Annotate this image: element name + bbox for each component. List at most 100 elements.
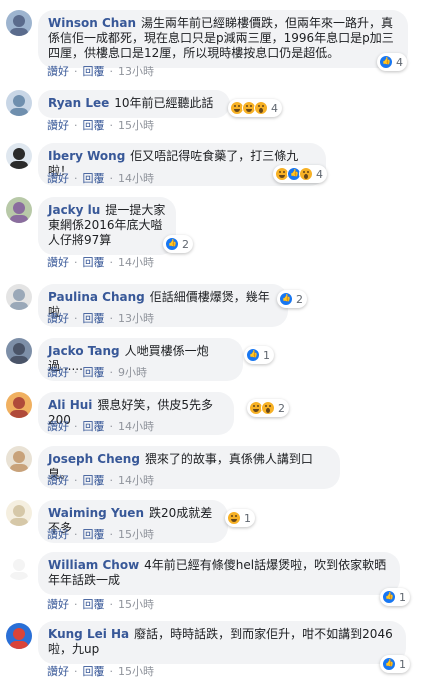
reply-link[interactable]: 回覆 <box>83 472 105 488</box>
comment-actions: 讚好 · 回覆 · 13小時 <box>47 310 154 326</box>
separator-dot: · <box>109 597 114 611</box>
reaction-count: 2 <box>182 237 189 251</box>
comment-author-link[interactable]: Kung Lei Ha <box>48 627 129 641</box>
reply-link[interactable]: 回覆 <box>83 117 105 133</box>
reaction-summary[interactable]: 4 <box>228 99 282 117</box>
comment-author-link[interactable]: Ali Hui <box>48 398 92 412</box>
like-link[interactable]: 讚好 <box>47 63 69 79</box>
like-reaction-icon <box>246 348 260 362</box>
avatar[interactable] <box>6 623 32 649</box>
comment-author-link[interactable]: William Chow <box>48 558 139 572</box>
reaction-summary[interactable]: 2 <box>163 235 193 253</box>
comment-author-link[interactable]: Jacky lu <box>48 203 100 217</box>
comment-author-link[interactable]: Jacko Tang <box>48 344 120 358</box>
comment-author-link[interactable]: Ryan Lee <box>48 96 109 110</box>
avatar[interactable] <box>6 392 32 418</box>
like-link[interactable]: 讚好 <box>47 596 69 612</box>
comment-author-link[interactable]: Paulina Chang <box>48 290 145 304</box>
reaction-count: 1 <box>399 590 406 604</box>
reaction-summary[interactable]: 4 <box>273 165 327 183</box>
like-link[interactable]: 讚好 <box>47 254 69 270</box>
reaction-summary[interactable]: 1 <box>380 588 410 606</box>
avatar[interactable] <box>6 10 32 36</box>
wow-reaction-icon <box>254 101 268 115</box>
comment-timestamp[interactable]: 14小時 <box>118 254 154 270</box>
reaction-summary[interactable]: 1 <box>225 509 255 527</box>
comment-timestamp[interactable]: 15小時 <box>118 526 154 542</box>
like-link[interactable]: 讚好 <box>47 526 69 542</box>
comment-actions: 讚好 · 回覆 · 13小時 <box>47 63 154 79</box>
comment-author-link[interactable]: Winson Chan <box>48 16 136 30</box>
separator-dot: · <box>109 255 114 269</box>
reaction-summary[interactable]: 2 <box>247 399 289 417</box>
reaction-count: 1 <box>244 511 251 525</box>
reply-link[interactable]: 回覆 <box>83 170 105 186</box>
reply-link[interactable]: 回覆 <box>83 526 105 542</box>
like-link[interactable]: 讚好 <box>47 170 69 186</box>
reaction-summary[interactable]: 1 <box>380 655 410 673</box>
reaction-summary[interactable]: 4 <box>377 53 407 71</box>
reaction-count: 4 <box>396 55 403 69</box>
avatar[interactable] <box>6 554 32 580</box>
reaction-summary[interactable]: 2 <box>277 290 307 308</box>
separator-dot: · <box>74 171 78 185</box>
avatar[interactable] <box>6 90 32 116</box>
like-link[interactable]: 讚好 <box>47 472 69 488</box>
separator-dot: · <box>74 365 78 379</box>
comment-timestamp[interactable]: 15小時 <box>118 117 154 133</box>
comment-timestamp[interactable]: 14小時 <box>118 472 154 488</box>
reaction-summary[interactable]: 1 <box>244 346 274 364</box>
reply-link[interactable]: 回覆 <box>83 596 105 612</box>
comment-actions: 讚好 · 回覆 · 9小時 <box>47 364 147 380</box>
comment-text: 10年前已經聽此話 <box>114 96 214 110</box>
comment-bubble: William Chow 4年前已經有條傻hel話爆煲啦，吹到依家軟晒年年話跌一成 <box>38 552 400 595</box>
like-link[interactable]: 讚好 <box>47 310 69 326</box>
reply-link[interactable]: 回覆 <box>83 364 105 380</box>
reply-link[interactable]: 回覆 <box>83 663 105 679</box>
reaction-count: 4 <box>316 167 323 181</box>
separator-dot: · <box>74 311 78 325</box>
comment-actions: 讚好 · 回覆 · 14小時 <box>47 472 154 488</box>
avatar[interactable] <box>6 500 32 526</box>
reaction-count: 4 <box>271 101 278 115</box>
separator-dot: · <box>74 255 78 269</box>
comment-timestamp[interactable]: 13小時 <box>118 310 154 326</box>
separator-dot: · <box>109 64 114 78</box>
avatar[interactable] <box>6 197 32 223</box>
comment-timestamp[interactable]: 9小時 <box>118 364 147 380</box>
like-link[interactable]: 讚好 <box>47 418 69 434</box>
like-link[interactable]: 讚好 <box>47 663 69 679</box>
separator-dot: · <box>109 365 114 379</box>
like-reaction-icon <box>165 237 179 251</box>
like-link[interactable]: 讚好 <box>47 364 69 380</box>
comment-actions: 讚好 · 回覆 · 15小時 <box>47 117 154 133</box>
wow-reaction-icon <box>299 167 313 181</box>
separator-dot: · <box>109 473 114 487</box>
comment-timestamp[interactable]: 14小時 <box>118 418 154 434</box>
comment-timestamp[interactable]: 13小時 <box>118 63 154 79</box>
reaction-count: 1 <box>263 348 270 362</box>
avatar[interactable] <box>6 284 32 310</box>
avatar[interactable] <box>6 143 32 169</box>
separator-dot: · <box>74 597 78 611</box>
reply-link[interactable]: 回覆 <box>83 254 105 270</box>
comment-timestamp[interactable]: 15小時 <box>118 663 154 679</box>
separator-dot: · <box>74 118 78 132</box>
comment-bubble: Winson Chan 湯生兩年前已經睇樓價跌，但兩年來一路升，真係信佢一成都死，… <box>38 10 408 68</box>
separator-dot: · <box>109 664 114 678</box>
like-link[interactable]: 讚好 <box>47 117 69 133</box>
comment-author-link[interactable]: Ibery Wong <box>48 149 125 163</box>
comment-timestamp[interactable]: 14小時 <box>118 170 154 186</box>
comment-actions: 讚好 · 回覆 · 14小時 <box>47 170 154 186</box>
avatar[interactable] <box>6 338 32 364</box>
avatar[interactable] <box>6 446 32 472</box>
comment-actions: 讚好 · 回覆 · 14小時 <box>47 254 154 270</box>
reply-link[interactable]: 回覆 <box>83 418 105 434</box>
comment-author-link[interactable]: Waiming Yuen <box>48 506 144 520</box>
comment-author-link[interactable]: Joseph Cheng <box>48 452 140 466</box>
comment-bubble: Ryan Lee 10年前已經聽此話 <box>38 90 230 118</box>
reply-link[interactable]: 回覆 <box>83 63 105 79</box>
reply-link[interactable]: 回覆 <box>83 310 105 326</box>
separator-dot: · <box>109 171 114 185</box>
comment-timestamp[interactable]: 15小時 <box>118 596 154 612</box>
